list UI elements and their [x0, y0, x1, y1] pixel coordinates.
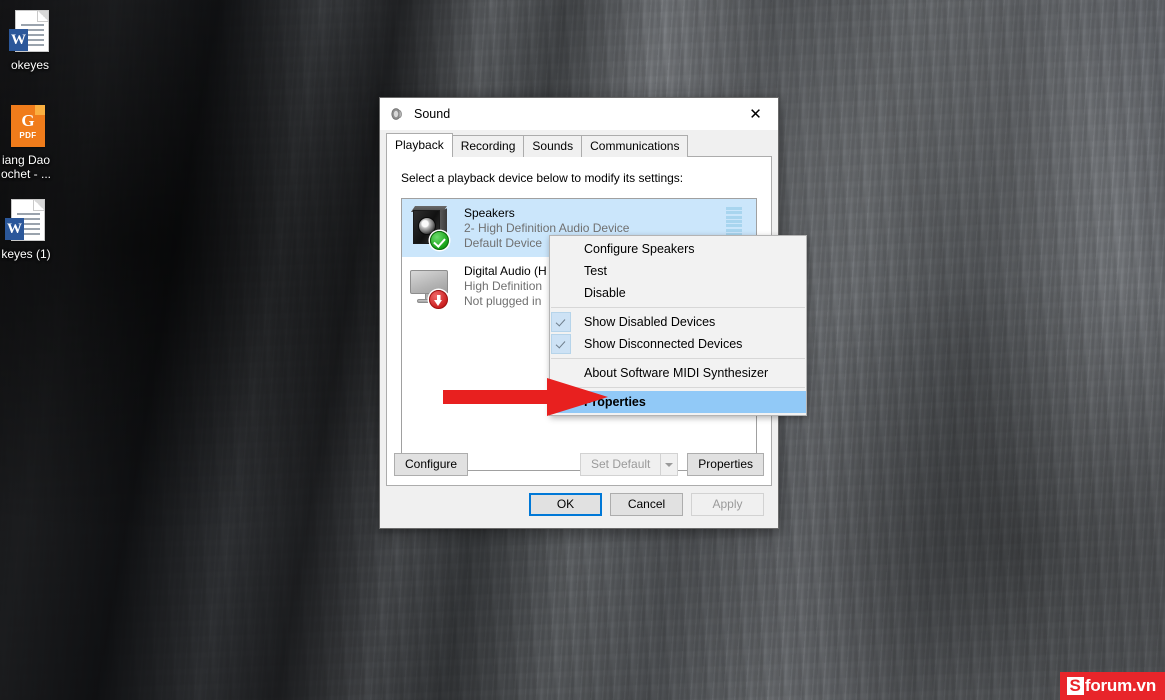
speaker-icon — [408, 205, 452, 251]
menu-item-label: Show Disabled Devices — [584, 315, 716, 329]
tab-communications[interactable]: Communications — [581, 135, 689, 157]
device-description: High Definition — [464, 278, 543, 293]
set-default-button: Set Default — [580, 453, 661, 476]
dialog-titlebar[interactable]: Sound ✕ — [380, 98, 778, 130]
menu-item-show-disabled-devices[interactable]: Show Disabled Devices — [550, 311, 806, 333]
menu-item-show-disconnected-devices[interactable]: Show Disconnected Devices — [550, 333, 806, 355]
word-document-icon: W — [3, 197, 49, 243]
green-check-icon — [430, 231, 449, 250]
chevron-down-icon — [660, 453, 679, 476]
red-down-arrow-icon — [429, 290, 448, 309]
menu-item-about-software-midi-synthesizer[interactable]: About Software MIDI Synthesizer — [550, 362, 806, 384]
menu-item-test[interactable]: Test — [550, 260, 806, 282]
device-action-buttons: Configure Set Default Properties — [394, 453, 764, 476]
menu-item-disable[interactable]: Disable — [550, 282, 806, 304]
instruction-label: Select a playback device below to modify… — [401, 171, 684, 185]
device-description: 2- High Definition Audio Device — [464, 220, 630, 235]
tab-bar: Playback Recording Sounds Communications — [386, 133, 778, 157]
set-default-split-button[interactable]: Set Default — [580, 453, 679, 476]
device-name: Digital Audio (H — [464, 263, 547, 278]
tab-sounds[interactable]: Sounds — [523, 135, 583, 157]
close-icon[interactable]: ✕ — [733, 98, 778, 129]
menu-separator — [551, 358, 805, 359]
watermark-initial: S — [1066, 677, 1084, 695]
menu-item-label: Show Disconnected Devices — [584, 337, 743, 351]
desktop-icon-label: iang Dao ochet - ... — [0, 153, 52, 181]
cancel-button[interactable]: Cancel — [610, 493, 683, 516]
word-badge: W — [9, 29, 28, 51]
check-icon — [551, 334, 571, 354]
monitor-icon — [408, 263, 452, 309]
menu-separator — [551, 307, 805, 308]
foxit-g-glyph: G — [21, 111, 35, 130]
tab-playback[interactable]: Playback — [386, 133, 453, 157]
context-menu: Configure Speakers Test Disable Show Dis… — [549, 235, 807, 416]
menu-item-configure-speakers[interactable]: Configure Speakers — [550, 238, 806, 260]
desktop-icon-label: keyes (1) — [1, 247, 51, 261]
watermark-text: forum.vn — [1084, 676, 1156, 695]
word-badge: W — [5, 218, 24, 240]
watermark: S forum.vn — [1059, 672, 1165, 700]
properties-button[interactable]: Properties — [687, 453, 764, 476]
dialog-buttons: OK Cancel Apply — [529, 493, 764, 516]
desktop-icon-okeyes-1[interactable]: W keyes (1) — [0, 197, 64, 261]
check-icon — [551, 312, 571, 332]
configure-button[interactable]: Configure — [394, 453, 469, 476]
pdf-document-icon: G PDF — [3, 103, 49, 149]
desktop-icon-giang-dao-crochet[interactable]: G PDF iang Dao ochet - ... — [0, 103, 64, 181]
speaker-icon — [390, 106, 406, 122]
device-name: Speakers — [464, 205, 515, 220]
menu-separator — [551, 387, 805, 388]
dialog-title: Sound — [414, 107, 451, 121]
menu-item-properties[interactable]: Properties — [550, 391, 806, 413]
desktop-icon-label: okeyes — [10, 58, 50, 72]
pdf-badge: PDF — [19, 131, 37, 140]
desktop-background: W okeyes G PDF iang Dao ochet - ... W ke… — [0, 0, 1165, 700]
device-status: Not plugged in — [464, 293, 542, 308]
ok-button[interactable]: OK — [529, 493, 602, 516]
desktop-icon-okeyes[interactable]: W okeyes — [0, 8, 68, 72]
tab-recording[interactable]: Recording — [451, 135, 525, 157]
word-document-icon: W — [7, 8, 53, 54]
apply-button: Apply — [691, 493, 764, 516]
